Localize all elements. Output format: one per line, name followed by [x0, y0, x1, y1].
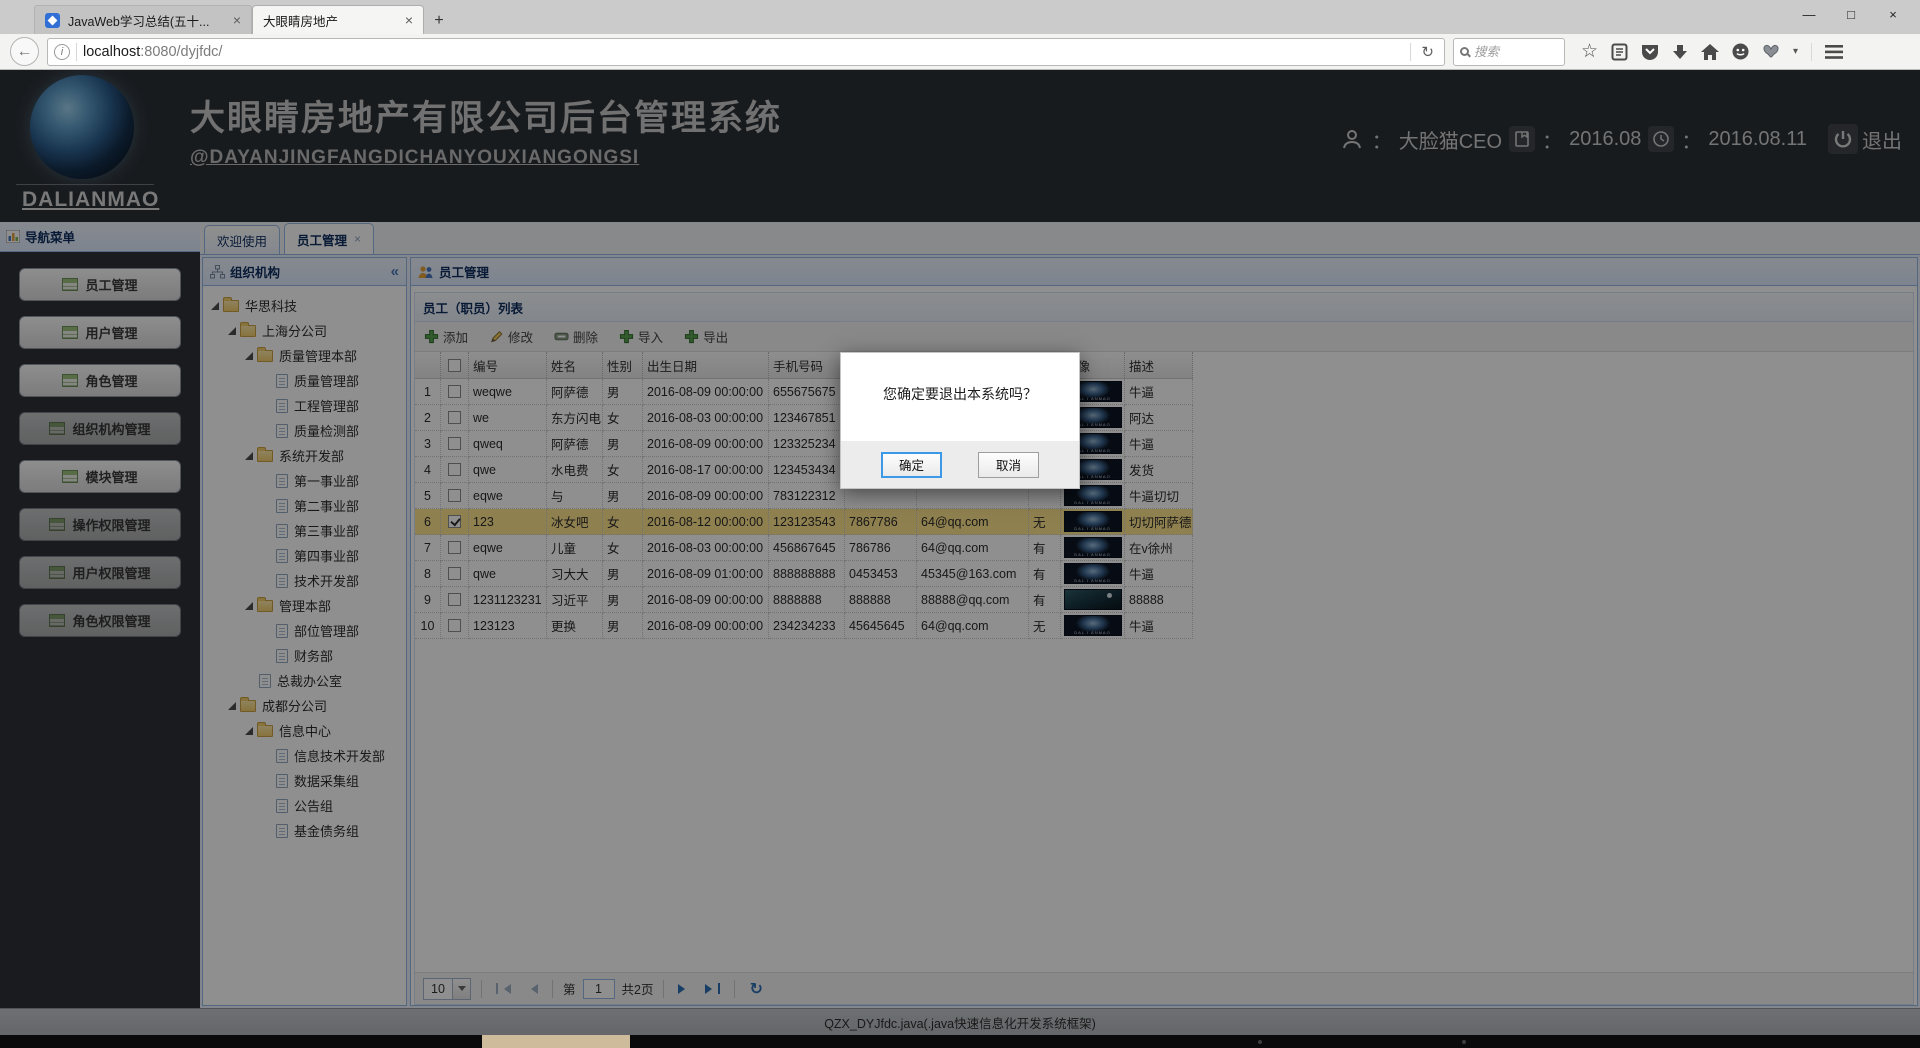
tab-close-icon[interactable]: ×	[233, 12, 241, 28]
site-info-icon[interactable]: i	[54, 44, 70, 60]
divider	[76, 43, 77, 61]
close-button[interactable]: ×	[1872, 2, 1914, 26]
bookmark-star-icon[interactable]: ☆	[1581, 40, 1598, 63]
divider	[1410, 43, 1411, 61]
search-input[interactable]	[1474, 45, 1544, 59]
download-icon[interactable]	[1672, 44, 1688, 60]
browser-tab-inactive[interactable]: JavaWeb学习总结(五十... ×	[34, 5, 252, 34]
modal-mask	[0, 70, 1920, 1035]
back-button[interactable]: ←	[10, 37, 39, 66]
search-icon	[1460, 47, 1469, 56]
tab-close-icon[interactable]: ×	[405, 12, 413, 28]
address-bar[interactable]: i localhost:8080/dyjfdc/ ↻	[47, 38, 1445, 66]
web-page: DALIANMAO 大眼睛房地产有限公司后台管理系统 @DAYANJINGFAN…	[0, 70, 1920, 1035]
browser-chrome: JavaWeb学习总结(五十... × 大眼睛房地产 × + — □ × ← i…	[0, 0, 1920, 70]
pocket-icon[interactable]	[1641, 44, 1659, 60]
maximize-button[interactable]: □	[1830, 2, 1872, 26]
window-controls: — □ ×	[1788, 2, 1914, 26]
home-icon[interactable]	[1701, 44, 1719, 60]
toolbar-icons: ☆ ▾	[1581, 40, 1843, 63]
logout-confirm-dialog: 您确定要退出本系统吗？ 确定 取消	[840, 352, 1080, 489]
taskbar-window-thumbnail[interactable]	[482, 1035, 630, 1048]
search-box[interactable]	[1453, 38, 1565, 66]
cancel-button[interactable]: 取消	[978, 452, 1039, 478]
url-text[interactable]: localhost:8080/dyjfdc/	[83, 44, 1404, 60]
taskbar-icon	[1462, 1040, 1466, 1044]
tab-favicon	[45, 13, 60, 28]
reload-icon[interactable]: ↻	[1417, 43, 1438, 61]
tab-title: JavaWeb学习总结(五十...	[68, 11, 225, 30]
menu-icon[interactable]	[1825, 45, 1843, 59]
dialog-message: 您确定要退出本系统吗？	[841, 353, 1079, 441]
messenger-icon[interactable]	[1732, 43, 1749, 60]
tab-title: 大眼睛房地产	[263, 11, 397, 30]
os-taskbar	[0, 1035, 1920, 1048]
clipboard-icon[interactable]	[1611, 43, 1628, 61]
dialog-buttons: 确定 取消	[841, 441, 1079, 488]
extension-icon[interactable]	[1762, 44, 1780, 59]
divider	[1811, 43, 1812, 61]
taskbar-icon	[1258, 1040, 1262, 1044]
url-host: localhost	[83, 44, 140, 60]
minimize-button[interactable]: —	[1788, 2, 1830, 26]
ok-button[interactable]: 确定	[881, 452, 942, 478]
new-tab-button[interactable]: +	[424, 8, 454, 34]
browser-tab-strip: JavaWeb学习总结(五十... × 大眼睛房地产 × + — □ ×	[0, 0, 1920, 34]
url-path: :8080/dyjfdc/	[140, 44, 222, 60]
browser-navbar: ← i localhost:8080/dyjfdc/ ↻ ☆ ▾	[0, 34, 1920, 70]
browser-tab-active[interactable]: 大眼睛房地产 ×	[252, 5, 424, 34]
chevron-down-icon[interactable]: ▾	[1793, 46, 1798, 57]
